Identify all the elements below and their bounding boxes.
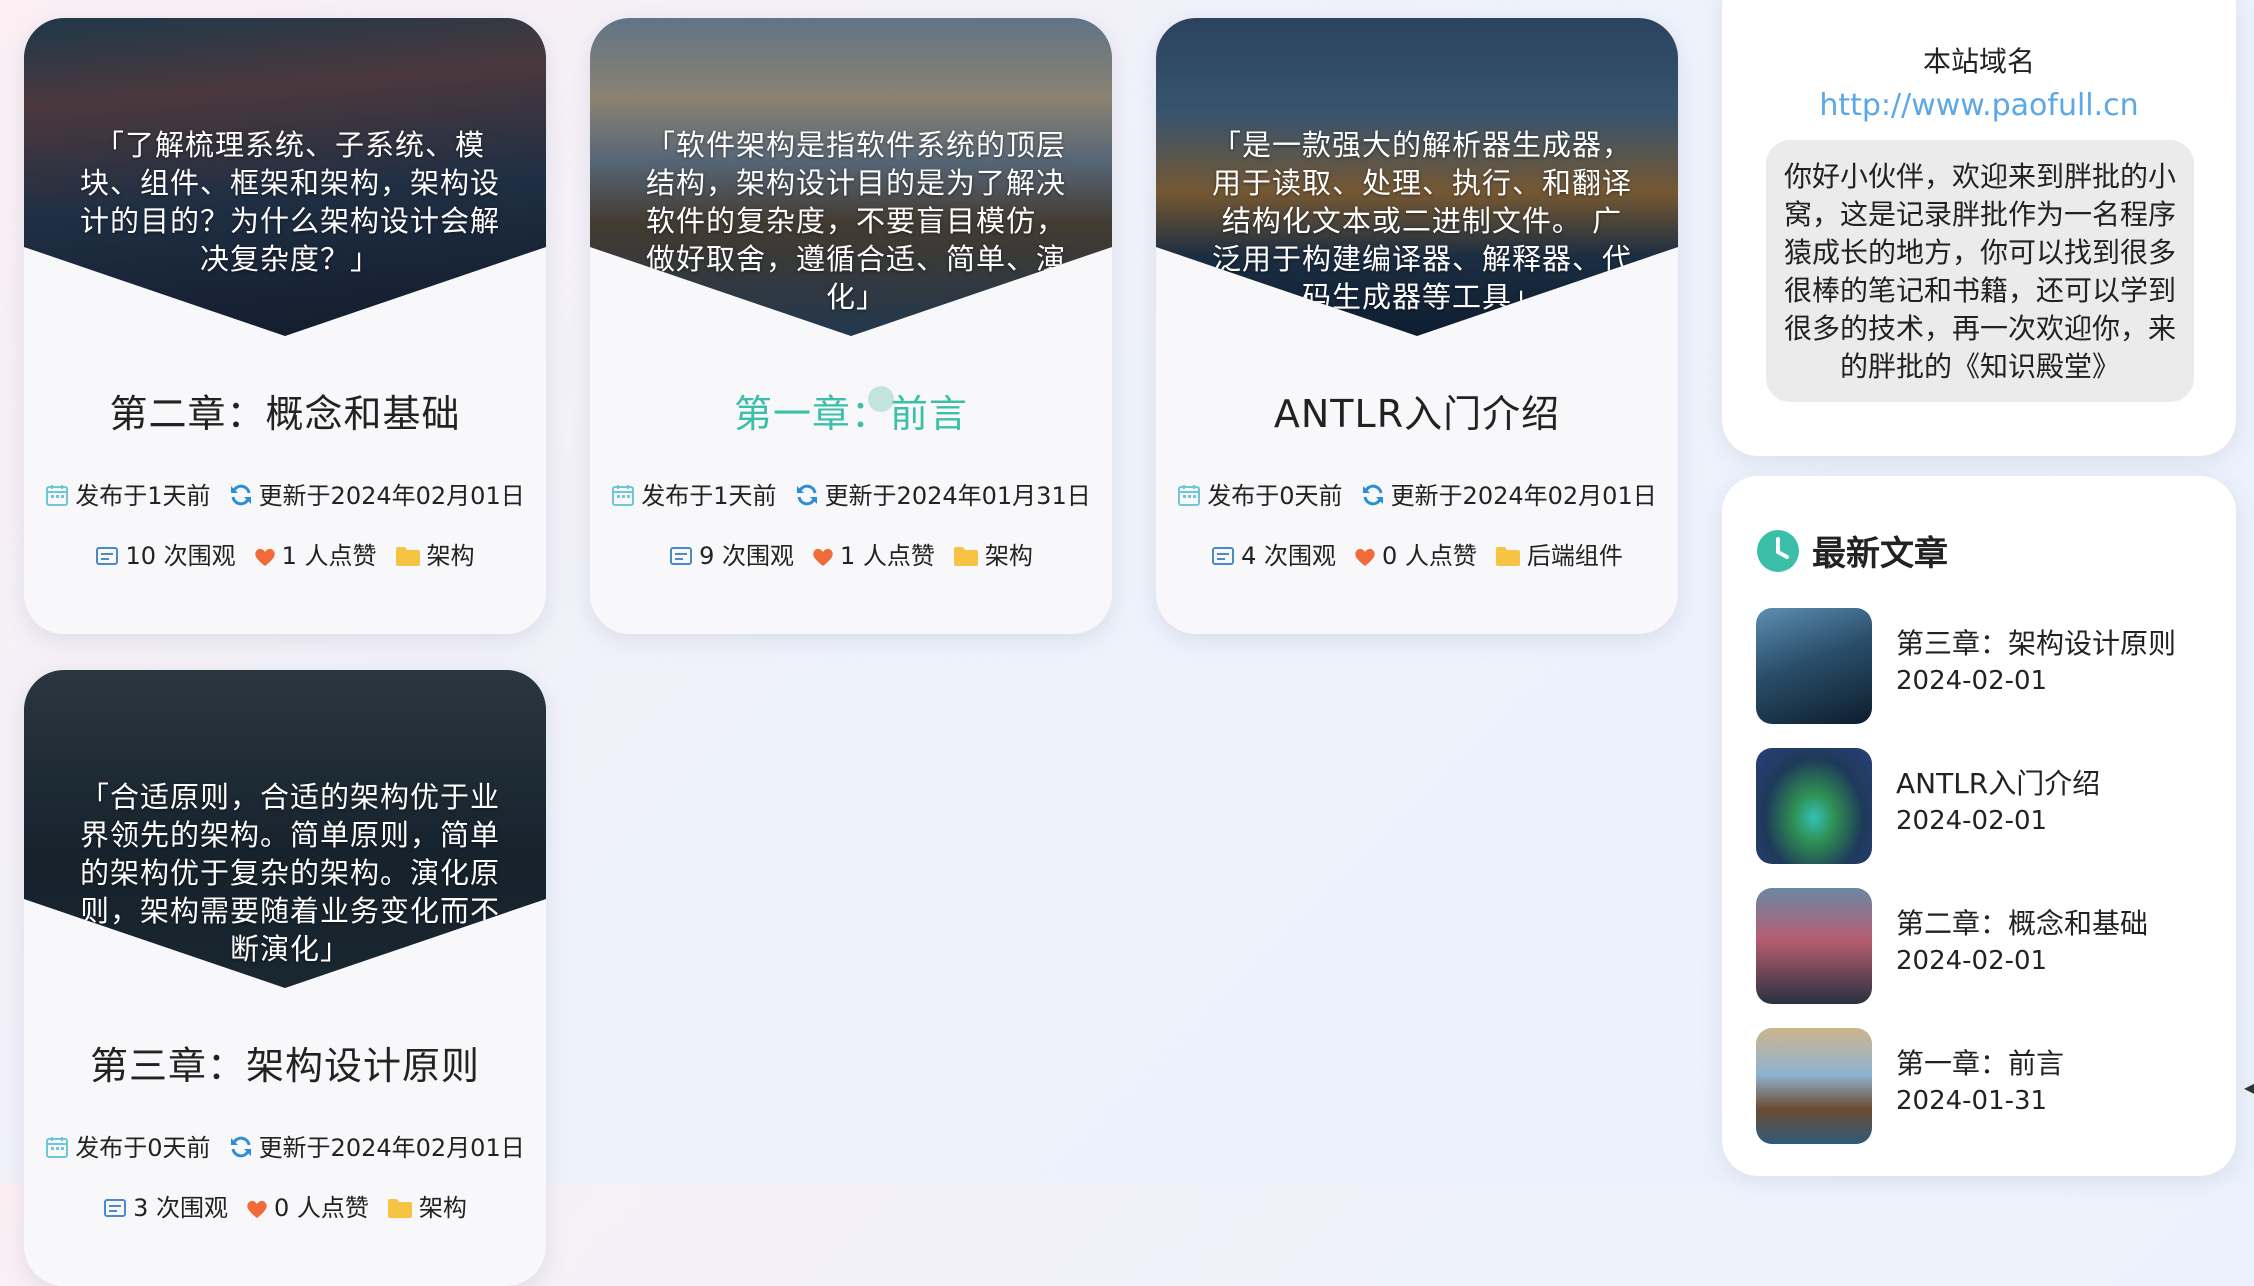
article-summary: 「合适原则，合适的架构优于业界领先的架构。简单原则，简单的架构优于复杂的架构。演…: [79, 780, 500, 966]
updated-date: 更新于2024年02月01日: [258, 482, 525, 510]
heart-icon[interactable]: [246, 1199, 268, 1219]
latest-post-item[interactable]: ANTLR入门介绍 2024-02-01: [1756, 748, 2216, 864]
views-icon: [670, 547, 693, 565]
article-cover-image[interactable]: 「了解梳理系统、子系统、模块、组件、框架和架构，架构设计的目的？为什么架构设计会…: [24, 18, 546, 336]
views-icon: [104, 1199, 127, 1217]
article-title[interactable]: 第三章：架构设计原则: [24, 1035, 546, 1090]
folder-icon: [387, 1199, 412, 1218]
like-count: 1 人点赞: [281, 542, 377, 570]
article-stats: 9 次围观 1 人点赞 架构: [590, 536, 1112, 571]
article-card[interactable]: 「软件架构是指软件系统的顶层结构，架构设计目的是为了解决软件的复杂度，不要盲目模…: [590, 18, 1112, 634]
article-title[interactable]: ANTLR入门介绍: [1156, 383, 1678, 438]
latest-posts-panel: 最新文章 第三章：架构设计原则 2024-02-01 ANTLR入门介绍 202…: [1722, 476, 2236, 1176]
heart-icon[interactable]: [812, 547, 834, 567]
calendar-icon: [612, 485, 635, 506]
category-link[interactable]: 架构: [419, 1194, 467, 1222]
article-card[interactable]: 「了解梳理系统、子系统、模块、组件、框架和架构，架构设计的目的？为什么架构设计会…: [24, 18, 546, 634]
article-card[interactable]: 「合适原则，合适的架构优于业界领先的架构。简单原则，简单的架构优于复杂的架构。演…: [24, 670, 546, 1286]
article-cover-image[interactable]: 「合适原则，合适的架构优于业界领先的架构。简单原则，简单的架构优于复杂的架构。演…: [24, 670, 546, 988]
latest-post-item[interactable]: 第一章：前言 2024-01-31: [1756, 1028, 2216, 1144]
article-stats: 4 次围观 0 人点赞 后端组件: [1156, 536, 1678, 571]
clock-icon: [1757, 530, 1799, 572]
article-stats: 10 次围观 1 人点赞 架构: [24, 536, 546, 571]
post-date: 2024-02-01: [1896, 806, 2048, 836]
latest-posts-heading: 最新文章: [1756, 526, 1948, 575]
view-count: 10 次围观: [125, 542, 236, 570]
like-count: 0 人点赞: [274, 1194, 369, 1222]
like-count: 0 人点赞: [1382, 542, 1477, 570]
scroll-indicator-icon[interactable]: ◀: [2244, 1078, 2254, 1097]
article-title[interactable]: 第二章：概念和基础: [24, 383, 546, 438]
calendar-icon: [1178, 485, 1201, 506]
updated-date: 更新于2024年01月31日: [824, 482, 1091, 510]
article-summary: 「软件架构是指软件系统的顶层结构，架构设计目的是为了解决软件的复杂度，不要盲目模…: [645, 128, 1066, 314]
published-date: 发布于0天前: [1207, 482, 1343, 510]
like-count: 1 人点赞: [840, 542, 935, 570]
calendar-icon: [46, 485, 69, 506]
site-url-link[interactable]: http://www.paofull.cn: [1722, 88, 2236, 123]
article-stats: 3 次围观 0 人点赞 架构: [24, 1188, 546, 1223]
folder-icon: [953, 547, 978, 566]
post-thumbnail[interactable]: [1756, 608, 1872, 724]
post-title[interactable]: ANTLR入门介绍: [1896, 762, 2100, 802]
category-link[interactable]: 架构: [985, 542, 1033, 570]
category-link[interactable]: 后端组件: [1527, 542, 1623, 570]
published-date: 发布于1天前: [641, 482, 777, 510]
welcome-message: 你好小伙伴，欢迎来到胖批的小窝，这是记录胖批作为一名程序猿成长的地方，你可以找到…: [1766, 140, 2194, 402]
post-date: 2024-02-01: [1896, 666, 2048, 696]
heart-icon[interactable]: [1354, 547, 1376, 567]
post-title[interactable]: 第一章：前言: [1896, 1042, 2064, 1082]
latest-posts-title: 最新文章: [1812, 534, 1948, 574]
post-date: 2024-02-01: [1896, 946, 2048, 976]
refresh-icon: [1362, 484, 1383, 506]
view-count: 3 次围观: [133, 1194, 228, 1222]
site-domain-label: 本站域名: [1922, 45, 2035, 78]
category-link[interactable]: 架构: [427, 542, 475, 570]
folder-icon: [1495, 547, 1520, 566]
article-cover-image[interactable]: 「是一款强大的解析器生成器，用于读取、处理、执行、和翻译结构化文本或二进制文件。…: [1156, 18, 1678, 336]
refresh-icon: [230, 484, 251, 506]
cursor-highlight: [868, 386, 894, 412]
published-date: 发布于1天前: [75, 482, 211, 510]
article-summary: 「是一款强大的解析器生成器，用于读取、处理、执行、和翻译结构化文本或二进制文件。…: [1211, 128, 1632, 314]
article-dates: 发布于1天前 更新于2024年01月31日: [590, 476, 1112, 511]
post-title[interactable]: 第三章：架构设计原则: [1896, 622, 2176, 662]
article-cover-image[interactable]: 「软件架构是指软件系统的顶层结构，架构设计目的是为了解决软件的复杂度，不要盲目模…: [590, 18, 1112, 336]
post-thumbnail[interactable]: [1756, 748, 1872, 864]
views-icon: [96, 547, 119, 565]
folder-icon: [395, 547, 420, 566]
updated-date: 更新于2024年02月01日: [1390, 482, 1657, 510]
calendar-icon: [46, 1137, 69, 1158]
article-card[interactable]: 「是一款强大的解析器生成器，用于读取、处理、执行、和翻译结构化文本或二进制文件。…: [1156, 18, 1678, 634]
latest-post-item[interactable]: 第二章：概念和基础 2024-02-01: [1756, 888, 2216, 1004]
views-icon: [1212, 547, 1235, 565]
article-dates: 发布于0天前 更新于2024年02月01日: [1156, 476, 1678, 511]
published-date: 发布于0天前: [75, 1134, 211, 1162]
refresh-icon: [796, 484, 817, 506]
refresh-icon: [230, 1136, 251, 1158]
article-dates: 发布于1天前 更新于2024年02月01日: [24, 476, 546, 511]
post-title[interactable]: 第二章：概念和基础: [1896, 902, 2148, 942]
view-count: 9 次围观: [699, 542, 794, 570]
updated-date: 更新于2024年02月01日: [258, 1134, 525, 1162]
article-title[interactable]: 第一章：前言: [590, 383, 1112, 438]
article-dates: 发布于0天前 更新于2024年02月01日: [24, 1128, 546, 1163]
post-date: 2024-01-31: [1896, 1086, 2048, 1116]
heart-icon[interactable]: [254, 547, 276, 567]
view-count: 4 次围观: [1241, 542, 1336, 570]
latest-post-item[interactable]: 第三章：架构设计原则 2024-02-01: [1756, 608, 2216, 724]
article-summary: 「了解梳理系统、子系统、模块、组件、框架和架构，架构设计的目的？为什么架构设计会…: [79, 128, 500, 276]
post-thumbnail[interactable]: [1756, 888, 1872, 1004]
post-thumbnail[interactable]: [1756, 1028, 1872, 1144]
site-info-panel: 本站域名 http://www.paofull.cn 你好小伙伴，欢迎来到胖批的…: [1722, 0, 2236, 456]
